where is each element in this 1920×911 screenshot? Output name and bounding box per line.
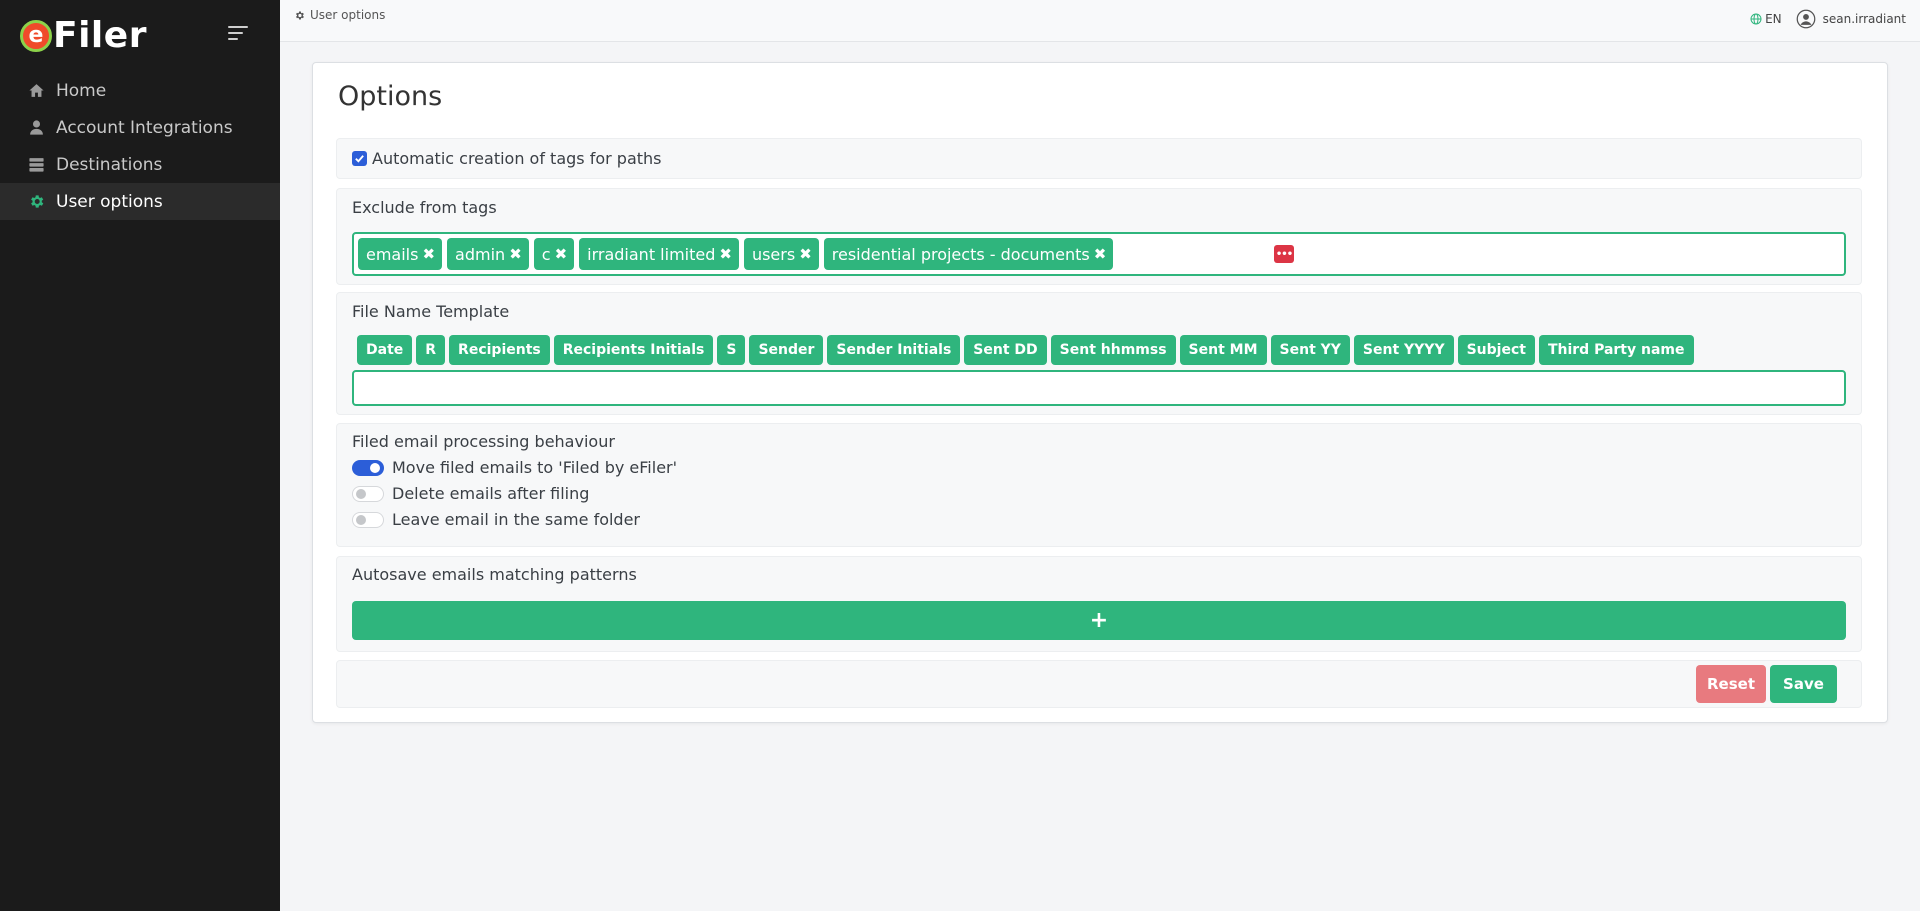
processing-section: Filed email processing behaviour Move fi…	[336, 423, 1862, 547]
toggle-label: Leave email in the same folder	[392, 510, 641, 529]
file-name-template-input[interactable]	[352, 370, 1846, 406]
language-selector[interactable]: EN	[1750, 12, 1782, 26]
gear-icon	[27, 193, 45, 211]
toggle-label: Move filed emails to 'Filed by eFiler'	[392, 458, 678, 477]
template-chip[interactable]: Sent DD	[964, 335, 1047, 365]
add-pattern-button[interactable]: +	[352, 601, 1846, 640]
toggle-leave-in-folder[interactable]: Leave email in the same folder	[352, 510, 640, 529]
breadcrumb: User options	[294, 8, 385, 22]
exclude-tag[interactable]: users ✖	[743, 238, 819, 270]
action-buttons: Reset Save	[1696, 661, 1837, 707]
template-chip[interactable]: Sender Initials	[827, 335, 961, 365]
exclude-tag-label: users	[751, 244, 796, 264]
leave-in-folder-switch[interactable]	[352, 511, 384, 528]
remove-tag-icon[interactable]: ✖	[555, 245, 568, 263]
sidebar-item-destinations[interactable]: Destinations	[0, 146, 280, 183]
autosave-section: Autosave emails matching patterns +	[336, 556, 1862, 652]
remove-tag-icon[interactable]: ✖	[719, 245, 732, 263]
tag-list: emails ✖ admin ✖ c ✖ irradiant limited ✖ users ✖ r…	[358, 238, 1118, 270]
template-chip[interactable]: Sender	[749, 335, 824, 365]
exclude-tag-label: admin	[455, 244, 506, 264]
sidebar-item-user-options[interactable]: User options	[0, 183, 280, 220]
template-chip[interactable]: Third Party name	[1538, 335, 1694, 365]
remove-tag-icon[interactable]: ✖	[1094, 245, 1107, 263]
menu-toggle-icon[interactable]	[228, 26, 248, 40]
actions-section: Reset Save	[336, 660, 1862, 708]
efiler-logo[interactable]: e Filer	[20, 16, 147, 56]
sidebar-item-label: Destinations	[56, 154, 163, 175]
sidebar-item-home[interactable]: Home	[0, 72, 280, 109]
user-menu[interactable]: sean.irradiant	[1796, 9, 1906, 29]
check-icon	[355, 155, 364, 163]
delete-after-switch[interactable]	[352, 485, 384, 502]
file-name-template-label: File Name Template	[352, 302, 510, 321]
reset-button[interactable]: Reset	[1696, 665, 1766, 703]
sidebar-item-label: Account Integrations	[56, 117, 233, 138]
sidebar: e Filer Home Account Integrations Destin…	[0, 0, 280, 911]
home-icon	[27, 82, 45, 100]
template-chip-list: Date R Recipients Recipients Initials S Sende…	[357, 335, 1698, 365]
exclude-tag[interactable]: residential projects - documents ✖	[823, 238, 1114, 270]
auto-tags-label: Automatic creation of tags for paths	[372, 149, 662, 168]
logo-e-mark: e	[20, 20, 52, 52]
exclude-tag-label: emails	[366, 244, 419, 264]
options-card: Options Automatic creation of tags for p…	[312, 62, 1888, 723]
exclude-tag-label: residential projects - documents	[831, 244, 1090, 264]
auto-tags-checkbox[interactable]	[352, 151, 367, 166]
template-chip[interactable]: Recipients	[449, 335, 550, 365]
template-chip[interactable]: Sent YYYY	[1353, 335, 1454, 365]
exclude-tag[interactable]: emails ✖	[358, 238, 443, 270]
template-chip[interactable]: Date	[357, 335, 413, 365]
user-avatar-icon	[1796, 9, 1815, 29]
autosave-label: Autosave emails matching patterns	[352, 565, 637, 584]
user-icon	[27, 119, 45, 137]
remove-tag-icon[interactable]: ✖	[799, 245, 812, 263]
template-chip[interactable]: Sent hhmmss	[1050, 335, 1176, 365]
server-icon	[27, 156, 45, 174]
save-button[interactable]: Save	[1770, 665, 1837, 703]
exclude-tag[interactable]: irradiant limited ✖	[579, 238, 739, 270]
remove-tag-icon[interactable]: ✖	[509, 245, 522, 263]
language-label: EN	[1765, 12, 1782, 26]
username: sean.irradiant	[1822, 12, 1906, 26]
template-chip[interactable]: Sent MM	[1179, 335, 1267, 365]
exclude-tag[interactable]: c ✖	[533, 238, 575, 270]
exclude-tag-label: c	[541, 244, 551, 264]
sidebar-item-account-integrations[interactable]: Account Integrations	[0, 109, 280, 146]
breadcrumb-label: User options	[310, 8, 386, 22]
exclude-tag-label: irradiant limited	[587, 244, 716, 264]
top-bar: User options EN sean.irradiant	[280, 0, 1920, 42]
auto-tags-section: Automatic creation of tags for paths	[336, 138, 1862, 179]
toggle-move-filed[interactable]: Move filed emails to 'Filed by eFiler'	[352, 458, 677, 477]
file-name-template-section: File Name Template Date R Recipients Recipi…	[336, 292, 1862, 415]
sidebar-item-label: Home	[56, 80, 107, 101]
toggle-label: Delete emails after filing	[392, 484, 590, 503]
page-title: Options	[338, 81, 443, 112]
globe-icon	[1750, 13, 1762, 25]
gear-icon	[296, 11, 304, 19]
exclude-tags-input[interactable]: emails ✖ admin ✖ c ✖ irradiant limited ✖ users ✖ r…	[352, 232, 1846, 276]
template-chip[interactable]: Sent YY	[1270, 335, 1350, 365]
exclude-tags-section: Exclude from tags emails ✖ admin ✖ c ✖ irradia…	[336, 188, 1862, 285]
sidebar-nav: Home Account Integrations Destinations U…	[0, 72, 280, 220]
template-chip[interactable]: Subject	[1457, 335, 1535, 365]
toggle-delete-after[interactable]: Delete emails after filing	[352, 484, 589, 503]
template-chip[interactable]: R	[416, 335, 446, 365]
processing-label: Filed email processing behaviour	[352, 432, 615, 451]
exclude-tags-label: Exclude from tags	[352, 198, 497, 217]
remove-tag-icon[interactable]: ✖	[422, 245, 435, 263]
top-right-controls: EN sean.irradiant	[1750, 9, 1906, 29]
sidebar-item-label: User options	[56, 191, 163, 212]
exclude-tag[interactable]: admin ✖	[447, 238, 529, 270]
logo-wordmark: Filer	[53, 15, 147, 56]
move-filed-switch[interactable]	[352, 459, 384, 476]
template-chip[interactable]: S	[717, 335, 746, 365]
template-chip[interactable]: Recipients Initials	[553, 335, 714, 365]
auto-tags-checkbox-row[interactable]: Automatic creation of tags for paths	[352, 149, 662, 168]
more-icon[interactable]: •••	[1274, 245, 1294, 263]
